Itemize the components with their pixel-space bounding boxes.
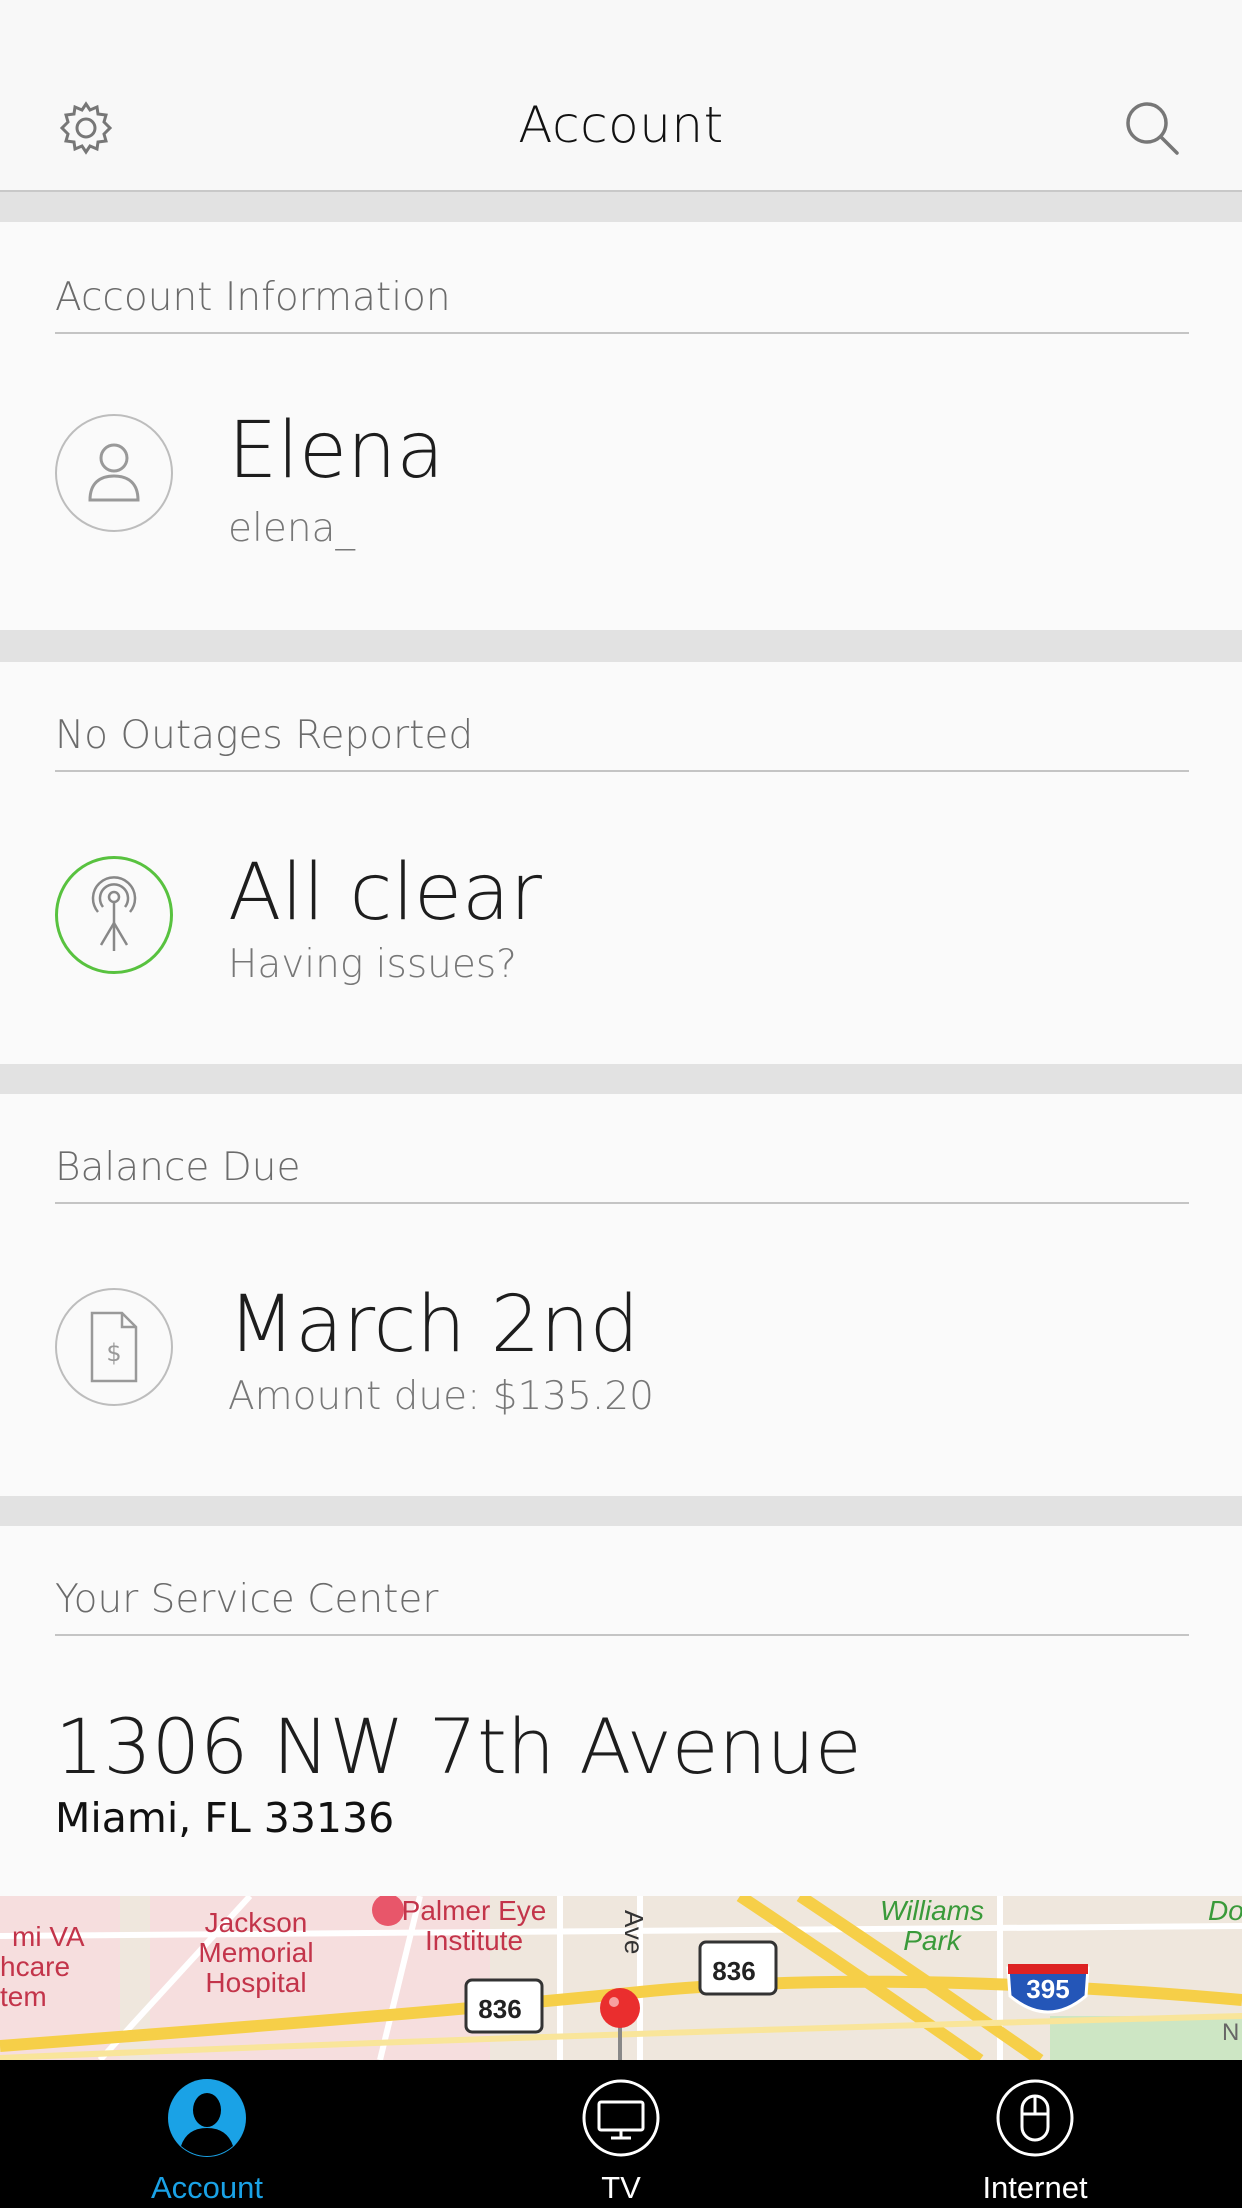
- map-label-palmer2: Institute: [425, 1925, 523, 1956]
- svg-text:$: $: [106, 1339, 121, 1367]
- route-836-shield-a: 836: [464, 1978, 544, 2034]
- tab-internet-label: Internet: [982, 2170, 1088, 2205]
- bill-icon: $: [55, 1288, 173, 1406]
- map-label-va2: hcare: [0, 1951, 70, 1982]
- map-canvas: mi VA hcare tem Jackson Memorial Hospita…: [0, 1896, 1242, 2060]
- svg-text:836: 836: [478, 1994, 521, 2024]
- map-label-do: Do: [1208, 1896, 1242, 1926]
- map-label-jackson2: Memorial: [198, 1937, 313, 1968]
- tab-bar: Account TV Internet: [0, 2060, 1242, 2208]
- having-issues-link[interactable]: Having issues?: [228, 942, 517, 987]
- tab-internet[interactable]: Internet: [828, 2060, 1242, 2208]
- tab-tv[interactable]: TV: [414, 2060, 828, 2208]
- service-center-street: 1306 NW 7th Avenue: [55, 1702, 862, 1791]
- outage-status: All clear: [228, 848, 542, 938]
- amount-due: Amount due: $135.20: [228, 1374, 654, 1419]
- interstate-395-shield: 395: [1006, 1964, 1090, 2014]
- tv-icon: [581, 2078, 661, 2158]
- map-label-ave: Ave: [619, 1910, 649, 1954]
- map-label-park: Park: [903, 1925, 963, 1956]
- service-center-label: Your Service Center: [55, 1574, 1189, 1636]
- map-label-n: N: [1222, 2019, 1239, 2046]
- service-center-card[interactable]: Your Service Center 1306 NW 7th Avenue M…: [0, 1526, 1242, 1896]
- map-label-palmer1: Palmer Eye: [402, 1896, 547, 1926]
- search-icon[interactable]: [1122, 98, 1182, 158]
- service-center-map[interactable]: mi VA hcare tem Jackson Memorial Hospita…: [0, 1896, 1242, 2060]
- outages-card[interactable]: No Outages Reported All clear Having iss…: [0, 662, 1242, 1064]
- account-name: Elena: [228, 406, 445, 496]
- map-label-va1: mi VA: [12, 1921, 85, 1952]
- page-title: Account: [518, 96, 724, 154]
- map-label-jackson1: Jackson: [205, 1907, 308, 1938]
- tab-tv-label: TV: [601, 2170, 641, 2205]
- map-label-williams: Williams: [880, 1896, 984, 1926]
- service-center-city: Miami, FL 33136: [55, 1794, 395, 1842]
- tab-account-label: Account: [150, 2170, 263, 2205]
- balance-card[interactable]: Balance Due $ March 2nd Amount due: $135…: [0, 1094, 1242, 1496]
- user-icon: [55, 414, 173, 532]
- svg-text:836: 836: [712, 1956, 755, 1986]
- svg-text:395: 395: [1026, 1974, 1069, 2004]
- route-836-shield-b: 836: [698, 1940, 778, 1996]
- antenna-icon: [55, 856, 173, 974]
- nav-header: Account: [0, 0, 1242, 192]
- tab-account[interactable]: Account: [0, 2060, 414, 2208]
- account-username: elena_: [228, 506, 355, 551]
- mouse-icon: [995, 2078, 1075, 2158]
- account-info-card[interactable]: Account Information Elena elena_: [0, 222, 1242, 630]
- map-label-va3: tem: [0, 1981, 47, 2012]
- due-date: March 2nd: [228, 1280, 640, 1370]
- outages-label: No Outages Reported: [55, 710, 1189, 772]
- map-label-jackson3: Hospital: [205, 1967, 306, 1998]
- account-info-label: Account Information: [55, 272, 1189, 334]
- balance-label: Balance Due: [55, 1142, 1189, 1204]
- person-icon: [167, 2078, 247, 2158]
